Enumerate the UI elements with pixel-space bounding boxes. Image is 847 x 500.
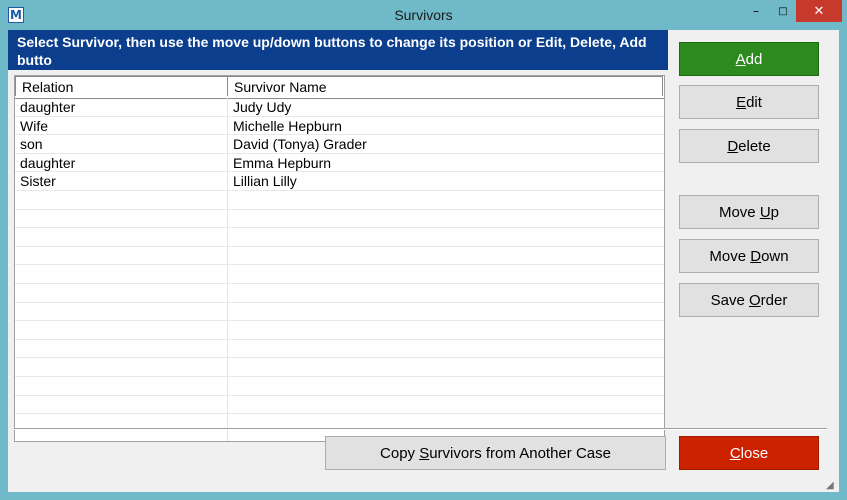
relation-cell: daughter: [20, 154, 76, 171]
add-button[interactable]: Add: [679, 42, 819, 76]
survivors-grid[interactable]: Relation Survivor Name daughter Judy Udy W…: [14, 75, 665, 442]
table-row[interactable]: Sister Lillian Lilly: [15, 172, 664, 191]
footer-divider: [14, 428, 827, 430]
delete-label-post: elete: [738, 137, 771, 155]
empty-table-row: [15, 321, 664, 340]
survivors-window: M Survivors – □ ✕ Select Survivor, then …: [0, 0, 847, 500]
move-down-label-post: own: [761, 247, 789, 265]
column-header-survivor-name[interactable]: Survivor Name: [227, 76, 663, 96]
save-order-button[interactable]: Save Order: [679, 283, 819, 317]
survivor-name-cell: Emma Hepburn: [233, 154, 332, 171]
minimize-button[interactable]: –: [742, 0, 770, 22]
survivor-name-cell: Michelle Hepburn: [233, 117, 342, 134]
save-order-label-mnemonic: O: [749, 291, 761, 309]
grid-header: Relation Survivor Name: [15, 76, 664, 99]
empty-table-row: [15, 358, 664, 377]
empty-table-row: [15, 228, 664, 247]
edit-button[interactable]: Edit: [679, 85, 819, 119]
empty-table-row: [15, 340, 664, 359]
resize-grip-icon[interactable]: ◢: [826, 480, 838, 492]
relation-cell: Wife: [20, 117, 48, 134]
window-close-button[interactable]: ✕: [796, 0, 842, 22]
maximize-button[interactable]: □: [770, 0, 796, 22]
table-row[interactable]: daughter Judy Udy: [15, 98, 664, 117]
empty-table-row: [15, 377, 664, 396]
survivor-name-cell: Lillian Lilly: [233, 173, 297, 190]
empty-table-row: [15, 265, 664, 284]
title-bar[interactable]: M Survivors – □ ✕: [0, 0, 847, 30]
table-row[interactable]: Wife Michelle Hepburn: [15, 117, 664, 136]
move-down-label-pre: Move: [709, 247, 751, 265]
add-label-post: dd: [745, 50, 763, 68]
move-down-label-mnemonic: D: [750, 247, 762, 265]
delete-label-mnemonic: D: [727, 137, 739, 155]
column-header-relation[interactable]: Relation: [15, 76, 228, 96]
grid-rows: daughter Judy Udy Wife Michelle Hepburn son D…: [15, 98, 664, 415]
move-down-button[interactable]: Move Down: [679, 239, 819, 273]
relation-cell: son: [20, 136, 43, 153]
dialog-body: Select Survivor, then use the move up/do…: [8, 30, 839, 492]
copy-survivors-button[interactable]: Copy Survivors from Another Case: [325, 436, 666, 470]
empty-table-row: [15, 396, 664, 415]
close-button[interactable]: Close: [679, 436, 819, 470]
table-row[interactable]: daughter Emma Hepburn: [15, 154, 664, 173]
edit-label-post: dit: [746, 93, 762, 111]
window-title: Survivors: [394, 7, 453, 23]
save-order-label-pre: Save: [710, 291, 749, 309]
empty-table-row: [15, 191, 664, 210]
table-row[interactable]: son David (Tonya) Grader: [15, 135, 664, 154]
add-label-mnemonic: A: [735, 50, 746, 68]
move-up-label-mnemonic: U: [759, 203, 771, 221]
relation-cell: daughter: [20, 99, 76, 115]
close-label-mnemonic: C: [729, 444, 741, 462]
delete-button[interactable]: Delete: [679, 129, 819, 163]
survivor-name-cell: David (Tonya) Grader: [233, 136, 367, 153]
instruction-banner: Select Survivor, then use the move up/do…: [8, 30, 668, 70]
copy-label-post: urvivors from Another Case: [429, 444, 611, 462]
copy-label-pre: Copy: [380, 444, 420, 462]
empty-table-row: [15, 303, 664, 322]
move-up-label-pre: Move: [718, 203, 760, 221]
survivor-name-cell: Judy Udy: [233, 99, 292, 115]
close-label-post: lose: [740, 444, 769, 462]
relation-cell: Sister: [20, 173, 56, 190]
save-order-label-post: rder: [760, 291, 788, 309]
edit-label-mnemonic: E: [736, 93, 747, 111]
move-up-label-post: p: [770, 203, 780, 221]
copy-label-mnemonic: S: [419, 444, 430, 462]
empty-table-row: [15, 210, 664, 229]
empty-table-row: [15, 284, 664, 303]
empty-table-row: [15, 247, 664, 266]
move-up-button[interactable]: Move Up: [679, 195, 819, 229]
